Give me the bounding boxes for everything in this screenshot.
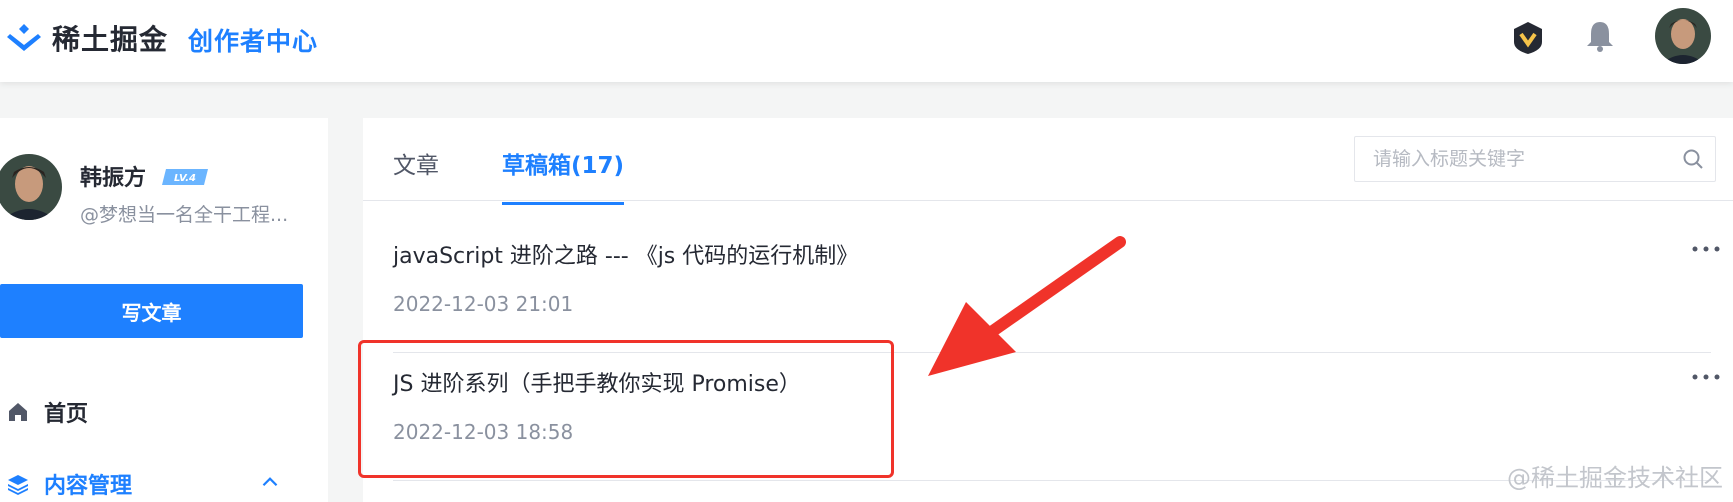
more-options-icon[interactable] bbox=[1691, 244, 1721, 254]
logo[interactable]: 稀土掘金 bbox=[4, 18, 168, 58]
vip-shield-icon[interactable] bbox=[1511, 20, 1545, 56]
chevron-up-icon[interactable] bbox=[258, 470, 282, 494]
avatar-image-icon bbox=[0, 154, 62, 220]
nav-item-content-management[interactable]: 内容管理 bbox=[6, 468, 296, 500]
tab-drafts[interactable]: 草稿箱(17) bbox=[502, 146, 625, 205]
watermark: @稀土掘金技术社区 bbox=[1507, 464, 1723, 492]
nav-label-home: 首页 bbox=[44, 402, 89, 427]
search-icon[interactable] bbox=[1681, 147, 1705, 171]
user-avatar[interactable] bbox=[1655, 8, 1711, 64]
search-box[interactable] bbox=[1354, 136, 1716, 182]
search-input[interactable] bbox=[1373, 147, 1673, 171]
nav-label-content-management: 内容管理 bbox=[44, 474, 133, 499]
tabs-divider bbox=[363, 200, 1733, 201]
draft-title[interactable]: javaScript 进阶之路 --- 《js 代码的运行机制》 bbox=[393, 238, 858, 270]
highlight-annotation-box bbox=[358, 340, 894, 478]
notification-bell-icon[interactable] bbox=[1583, 18, 1617, 54]
tab-articles[interactable]: 文章 bbox=[393, 146, 439, 202]
annotation-arrow-icon bbox=[928, 236, 1126, 376]
layers-icon bbox=[8, 475, 28, 495]
juejin-logo-icon bbox=[7, 24, 41, 51]
level-badge-icon: LV.4 bbox=[162, 169, 208, 185]
more-options-icon[interactable] bbox=[1691, 372, 1721, 382]
top-bar: 稀土掘金 创作者中心 bbox=[0, 0, 1733, 82]
profile-description: @梦想当一名全干工程... bbox=[80, 204, 289, 226]
logo-text: 稀土掘金 bbox=[52, 23, 169, 56]
write-article-button[interactable]: 写文章 bbox=[0, 284, 303, 338]
draft-time: 2022-12-03 21:01 bbox=[393, 292, 574, 316]
creator-center-title[interactable]: 创作者中心 bbox=[188, 22, 318, 58]
avatar-image-icon bbox=[1655, 8, 1711, 64]
sidebar: 韩振方 LV.4 @梦想当一名全干工程... 写文章 首页 内容管理 bbox=[0, 118, 328, 502]
nav-item-home[interactable]: 首页 bbox=[6, 396, 88, 428]
profile-avatar[interactable] bbox=[0, 154, 62, 220]
home-icon bbox=[9, 403, 27, 421]
profile-name[interactable]: 韩振方 bbox=[80, 160, 146, 192]
level-badge-text: LV.4 bbox=[174, 173, 196, 184]
